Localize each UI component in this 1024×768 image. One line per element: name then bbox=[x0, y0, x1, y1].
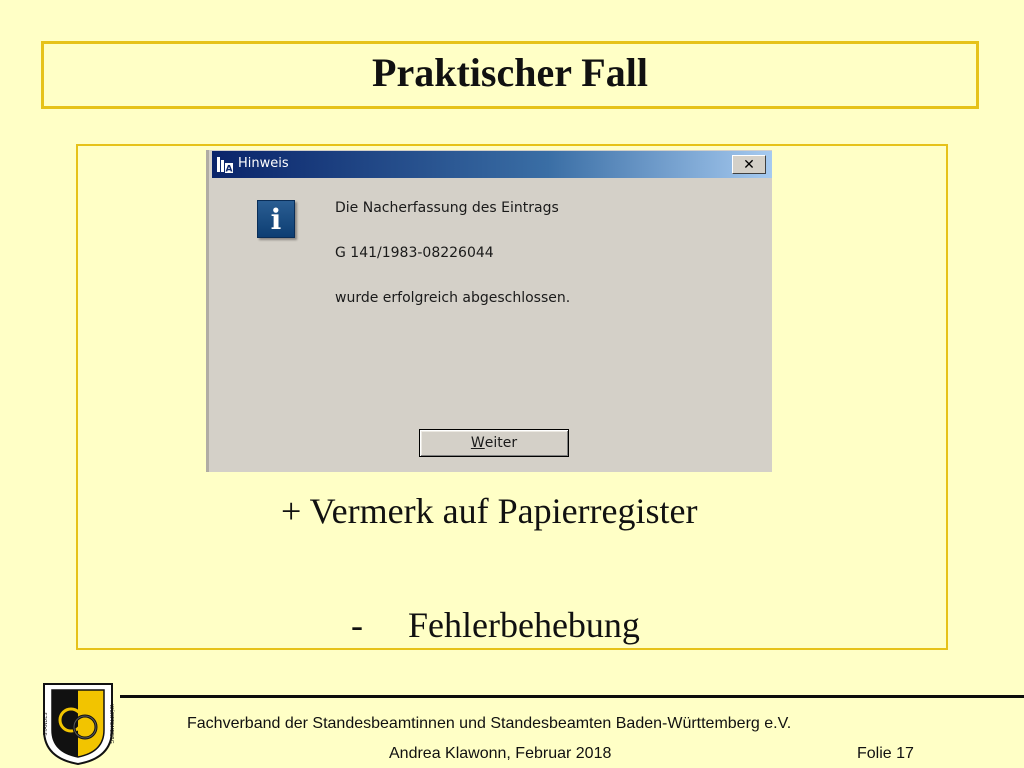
weiter-mnemonic: W bbox=[470, 435, 485, 451]
footer-organization: Fachverband der Standesbeamtinnen und St… bbox=[187, 715, 792, 732]
message-line-1: Die Nacherfassung des Eintrags bbox=[335, 200, 559, 216]
emblem-logo: STANDES WÜRTTEMBERG bbox=[43, 683, 115, 766]
dialog-titlebar[interactable]: A Hinweis ✕ bbox=[212, 151, 772, 178]
weiter-label: eiter bbox=[484, 435, 518, 451]
footer-author-date: Andrea Klawonn, Februar 2018 bbox=[389, 745, 612, 762]
bullet-fehlerbehebung: Fehlerbehebung bbox=[408, 605, 640, 645]
footer-slide-number: Folie 17 bbox=[857, 745, 914, 762]
hinweis-dialog: A Hinweis ✕ i Die Nacherfassung des Eint… bbox=[206, 150, 772, 472]
slide-title: Praktischer Fall bbox=[372, 49, 648, 95]
close-icon: ✕ bbox=[743, 156, 755, 173]
close-button[interactable]: ✕ bbox=[732, 155, 766, 174]
svg-text:STANDES: STANDES bbox=[43, 712, 49, 735]
bullet-papierregister: + Vermerk auf Papierregister bbox=[281, 491, 698, 531]
weiter-button[interactable]: Weiter bbox=[419, 429, 569, 457]
bullet-dash: - bbox=[351, 605, 363, 645]
info-icon: i bbox=[257, 200, 295, 238]
app-icon: A bbox=[217, 157, 233, 175]
info-icon-glyph: i bbox=[270, 202, 282, 236]
footer-rule bbox=[120, 695, 1024, 698]
svg-text:A: A bbox=[226, 165, 233, 175]
message-entry-number: G 141/1983-08226044 bbox=[335, 245, 494, 261]
title-box: Praktischer Fall bbox=[41, 41, 979, 109]
message-line-3: wurde erfolgreich abgeschlossen. bbox=[335, 290, 571, 306]
dialog-title: Hinweis bbox=[238, 156, 289, 171]
svg-text:WÜRTTEMBERG: WÜRTTEMBERG bbox=[108, 704, 115, 743]
